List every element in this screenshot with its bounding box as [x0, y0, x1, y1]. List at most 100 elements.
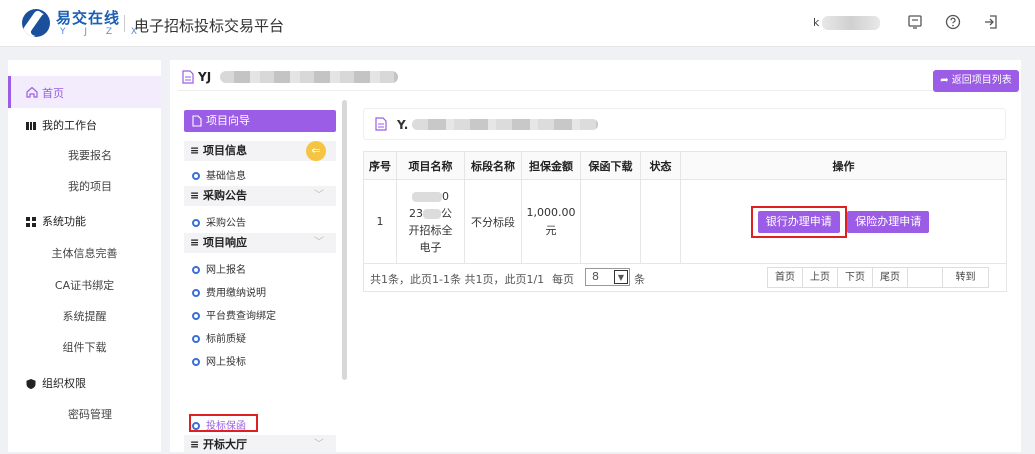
- guarantee-content: Y. 序号 项目名称 标段名称 担保金额 保函下载 状态 操作 1 0 23 公…: [363, 108, 1013, 452]
- chevron-down-icon: ﹀: [314, 237, 324, 248]
- sub-project-code-redacted: [412, 119, 598, 130]
- cell-actions: 银行办理申请 保险办理申请: [680, 179, 1007, 264]
- page-size-label: 每页: [552, 273, 574, 286]
- bank-apply-wrapper: 银行办理申请: [750, 205, 847, 238]
- wizard-step-label: 采购公告: [206, 218, 246, 229]
- wizard-step-label: 投标保函: [206, 421, 246, 432]
- sidebar-item-label: 首页: [42, 87, 64, 100]
- message-icon[interactable]: [906, 13, 924, 31]
- sidebar-group-system[interactable]: 系统功能: [25, 213, 86, 229]
- step-dot-icon: [192, 312, 200, 320]
- back-to-list-button[interactable]: ➦ 返回项目列表: [933, 70, 1019, 92]
- left-sidebar: 首页 我的工作台 我要报名 我的项目 系统功能 主体信息完善 CA证书绑定 系统…: [8, 60, 161, 452]
- page-number-input[interactable]: [908, 268, 943, 287]
- wizard-section-bid-opening[interactable]: ≡ 开标大厅 ﹀: [184, 435, 336, 452]
- cell-section-name: 不分标段: [464, 179, 522, 264]
- wizard-step-bid-guarantee[interactable]: 投标保函: [192, 417, 246, 432]
- home-icon: [26, 86, 38, 98]
- page-size-unit: 条: [634, 273, 645, 286]
- col-header-actions: 操作: [680, 151, 1007, 180]
- step-dot-icon: [192, 335, 200, 343]
- chevron-down-icon: ﹀: [314, 190, 324, 201]
- wizard-step-basic-info[interactable]: 基础信息: [192, 167, 246, 182]
- logout-icon[interactable]: [982, 13, 1000, 31]
- wizard-step-platform-fee[interactable]: 平台费查询绑定: [192, 307, 276, 322]
- col-header-project-name: 项目名称: [396, 151, 465, 180]
- step-dot-icon: [192, 172, 200, 180]
- sub-project-code: Y.: [397, 118, 409, 132]
- back-arrow-icon: ➦: [940, 75, 952, 86]
- document-icon: [192, 115, 202, 127]
- step-dot-icon: [192, 289, 200, 297]
- wizard-step-online-bid[interactable]: 网上投标: [192, 353, 246, 368]
- shield-icon: [26, 379, 36, 389]
- wizard-step-online-register[interactable]: 网上报名: [192, 261, 246, 276]
- user-name-redacted[interactable]: [822, 16, 880, 30]
- prev-page-button[interactable]: 上页: [803, 268, 838, 287]
- logo-text: 易交在线: [56, 9, 121, 27]
- chevron-down-icon: ﹀: [314, 439, 324, 450]
- page-size-select[interactable]: 8 ▼: [585, 268, 630, 286]
- active-indicator: [8, 76, 11, 108]
- project-wizard: 项目向导 ≡ 项目信息 ⇐ 基础信息 ≡ 采购公告 ﹀ 采购公告 ≡ 项目响应 ﹀ …: [178, 100, 350, 452]
- step-dot-icon: [192, 422, 200, 430]
- wizard-title: 项目向导: [206, 114, 250, 127]
- wizard-section-procurement[interactable]: ≡ 采购公告 ﹀: [184, 186, 336, 206]
- next-page-button[interactable]: 下页: [838, 268, 873, 287]
- wizard-section-label: 项目信息: [203, 144, 248, 157]
- sidebar-group-permissions[interactable]: 组织权限: [25, 375, 86, 391]
- grid-icon: [26, 217, 36, 227]
- highlight-outline: [750, 205, 847, 238]
- project-bar: YJ ➦ 返回项目列表: [178, 65, 1019, 92]
- back-button-label: 返回项目列表: [951, 75, 1012, 86]
- wizard-step-label: 费用缴纳说明: [206, 288, 266, 299]
- menu-icon: ≡: [190, 236, 204, 249]
- wizard-step-procurement-notice[interactable]: 采购公告: [192, 214, 246, 229]
- wizard-step-pre-bid-query[interactable]: 标前质疑: [192, 330, 246, 345]
- table-row: 1 0 23 公 开招标全 电子 不分标段 1,000.00 元 银行办理申请 …: [363, 179, 1007, 264]
- sidebar-item-downloads[interactable]: 组件下载: [8, 339, 161, 355]
- insurance-apply-button[interactable]: 保险办理申请: [847, 210, 930, 233]
- sidebar-item-home[interactable]: 首页: [8, 76, 161, 108]
- sidebar-group-label: 系统功能: [42, 215, 86, 228]
- wizard-scrollbar[interactable]: [342, 100, 347, 380]
- wizard-step-label: 网上投标: [206, 357, 246, 368]
- sidebar-group-label: 组织权限: [42, 377, 86, 390]
- logo-subtext: Y J Z X: [60, 27, 146, 37]
- go-to-page-button[interactable]: 转到: [943, 268, 988, 287]
- sidebar-item-entity-info[interactable]: 主体信息完善: [8, 245, 161, 261]
- step-dot-icon: [192, 266, 200, 274]
- first-page-button[interactable]: 首页: [768, 268, 803, 287]
- sidebar-item-password[interactable]: 密码管理: [68, 406, 112, 422]
- wizard-step-label: 网上报名: [206, 265, 246, 276]
- cell-download: [580, 179, 641, 264]
- sidebar-item-register[interactable]: 我要报名: [68, 147, 112, 163]
- step-dot-icon: [192, 358, 200, 366]
- document-icon: [182, 70, 194, 84]
- sub-project-bar: Y.: [363, 108, 1006, 140]
- pagination-info: 共1条，此页1-1条 共1页，此页1/1: [370, 273, 545, 286]
- project-code: YJ: [198, 70, 212, 84]
- wizard-step-label: 标前质疑: [206, 334, 246, 345]
- redacted-text: [423, 208, 441, 219]
- guarantee-table: 序号 项目名称 标段名称 担保金额 保函下载 状态 操作 1 0 23 公 开招标…: [363, 151, 1007, 264]
- cell-index: 1: [363, 179, 397, 264]
- wizard-section-response[interactable]: ≡ 项目响应 ﹀: [184, 233, 336, 253]
- help-icon[interactable]: [944, 13, 962, 31]
- wizard-step-fee-instructions[interactable]: 费用缴纳说明: [192, 284, 266, 299]
- wizard-section-label: 开标大厅: [203, 438, 248, 451]
- collapse-wizard-icon[interactable]: ⇐: [306, 141, 326, 161]
- main-panel: YJ ➦ 返回项目列表 项目向导 ≡ 项目信息 ⇐ 基础信息 ≡ 采购公告 ﹀ 采…: [170, 60, 1021, 452]
- last-page-button[interactable]: 尾页: [873, 268, 908, 287]
- sidebar-item-ca-binding[interactable]: CA证书绑定: [8, 277, 161, 293]
- logo-icon: [22, 9, 50, 37]
- wizard-step-label: 基础信息: [206, 171, 246, 182]
- pagination: 共1条，此页1-1条 共1页，此页1/1 每页 8 ▼ 条 首页 上页 下页 尾…: [363, 264, 1007, 292]
- col-header-index: 序号: [363, 151, 397, 180]
- menu-icon: ≡: [190, 144, 204, 157]
- project-code-redacted: [220, 71, 398, 83]
- sidebar-item-my-projects[interactable]: 我的项目: [68, 178, 112, 194]
- wizard-step-label: 平台费查询绑定: [206, 311, 276, 322]
- sidebar-group-workspace[interactable]: 我的工作台: [25, 117, 97, 133]
- sidebar-item-system-alerts[interactable]: 系统提醒: [8, 308, 161, 324]
